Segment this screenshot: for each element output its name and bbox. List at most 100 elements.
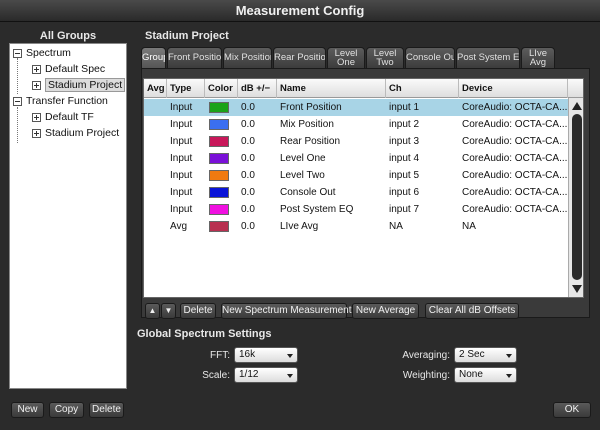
cell-avg[interactable] <box>144 133 167 150</box>
table-row[interactable]: Input 0.0 Post System EQ input 7 CoreAudio: … <box>144 201 568 218</box>
tree-node-spectrum[interactable]: Spectrum <box>13 45 71 61</box>
cell-color[interactable] <box>205 218 238 235</box>
move-down-button[interactable]: ▼ <box>161 303 176 319</box>
delete-measurement-button[interactable]: Delete <box>180 303 216 319</box>
cell-name[interactable]: LIve Avg <box>277 218 386 235</box>
expand-icon[interactable] <box>32 80 41 90</box>
cell-db-offset[interactable]: 0.0 <box>238 133 277 150</box>
tab-group[interactable]: Group <box>141 47 166 68</box>
cell-avg[interactable] <box>144 150 167 167</box>
tab-live-avg[interactable]: LIve Avg <box>521 47 555 68</box>
table-row[interactable]: Avg 0.0 LIve Avg NA NA <box>144 218 568 235</box>
cell-color[interactable] <box>205 133 238 150</box>
averaging-select[interactable]: 2 Sec <box>454 347 517 363</box>
cell-color[interactable] <box>205 184 238 201</box>
column-header-avg[interactable]: Avg <box>144 79 167 98</box>
cell-avg[interactable] <box>144 201 167 218</box>
tab-post-system-eq[interactable]: Post System EQ <box>456 47 520 68</box>
cell-db-offset[interactable]: 0.0 <box>238 201 277 218</box>
tree-node-default-tf[interactable]: Default TF <box>32 109 94 125</box>
tree-node-stadium-project-spectrum[interactable]: Stadium Project <box>32 77 126 93</box>
tab-level-one[interactable]: Level One <box>327 47 365 68</box>
tree-node-default-spec[interactable]: Default Spec <box>32 61 105 77</box>
table-row[interactable]: Input 0.0 Level Two input 5 CoreAudio: OCTA-… <box>144 167 568 184</box>
cell-avg[interactable] <box>144 184 167 201</box>
cell-db-offset[interactable]: 0.0 <box>238 116 277 133</box>
column-header-name[interactable]: Name <box>277 79 386 98</box>
expand-icon[interactable] <box>32 112 41 122</box>
tab-console-out[interactable]: Console Out <box>405 47 455 68</box>
cell-name[interactable]: Post System EQ <box>277 201 386 218</box>
cell-db-offset[interactable]: 0.0 <box>238 99 277 116</box>
tree-node-stadium-project-tf[interactable]: Stadium Project <box>32 125 119 141</box>
table-row[interactable]: Input 0.0 Front Position input 1 CoreAudio: … <box>144 99 568 116</box>
expand-icon[interactable] <box>32 128 41 138</box>
tab-rear-position[interactable]: Rear Position <box>273 47 326 68</box>
column-header-color[interactable]: Color <box>205 79 238 98</box>
move-up-button[interactable]: ▲ <box>145 303 160 319</box>
cell-name[interactable]: Console Out <box>277 184 386 201</box>
delete-group-button[interactable]: Delete <box>89 402 124 418</box>
tree-node-transfer-function[interactable]: Transfer Function <box>13 93 108 109</box>
cell-db-offset[interactable]: 0.0 <box>238 218 277 235</box>
color-swatch[interactable] <box>209 102 229 113</box>
color-swatch[interactable] <box>209 187 229 198</box>
fft-select[interactable]: 16k <box>234 347 298 363</box>
copy-group-button[interactable]: Copy <box>49 402 84 418</box>
scroll-up-icon[interactable] <box>572 102 582 110</box>
color-swatch[interactable] <box>209 153 229 164</box>
cell-db-offset[interactable]: 0.0 <box>238 150 277 167</box>
table-row[interactable]: Input 0.0 Mix Position input 2 CoreAudio: OC… <box>144 116 568 133</box>
cell-type: Input <box>170 153 193 164</box>
weighting-label: Weighting: <box>402 370 450 381</box>
color-swatch[interactable] <box>209 119 229 130</box>
measurement-table[interactable]: Avg Type Color dB +/− Name Ch Device Inp… <box>143 78 584 298</box>
cell-avg[interactable] <box>144 116 167 133</box>
tree-connector <box>17 58 18 94</box>
cell-avg[interactable] <box>144 99 167 116</box>
new-average-button[interactable]: New Average <box>352 303 419 319</box>
column-header-type[interactable]: Type <box>167 79 205 98</box>
cell-avg[interactable] <box>144 218 167 235</box>
cell-db-offset[interactable]: 0.0 <box>238 184 277 201</box>
table-row[interactable]: Input 0.0 Rear Position input 3 CoreAudio: O… <box>144 133 568 150</box>
column-header-device[interactable]: Device <box>459 79 568 98</box>
cell-name[interactable]: Level Two <box>277 167 386 184</box>
cell-color[interactable] <box>205 150 238 167</box>
table-row[interactable]: Input 0.0 Level One input 4 CoreAudio: OCTA-… <box>144 150 568 167</box>
color-swatch[interactable] <box>209 204 229 215</box>
tab-label: Mix Position <box>224 52 272 63</box>
color-swatch[interactable] <box>209 170 229 181</box>
cell-name[interactable]: Front Position <box>277 99 386 116</box>
clear-all-db-offsets-button[interactable]: Clear All dB Offsets <box>425 303 519 319</box>
scale-select[interactable]: 1/12 <box>234 367 298 383</box>
new-group-button[interactable]: New <box>11 402 44 418</box>
table-row[interactable]: Input 0.0 Console Out input 6 CoreAudio: OCT… <box>144 184 568 201</box>
color-swatch[interactable] <box>209 221 229 232</box>
ok-button[interactable]: OK <box>553 402 591 418</box>
cell-color[interactable] <box>205 99 238 116</box>
scroll-down-icon[interactable] <box>572 285 582 293</box>
table-scrollbar[interactable] <box>568 98 583 297</box>
cell-avg[interactable] <box>144 167 167 184</box>
tab-mix-position[interactable]: Mix Position <box>223 47 272 68</box>
cell-color[interactable] <box>205 201 238 218</box>
cell-name[interactable]: Level One <box>277 150 386 167</box>
groups-tree[interactable]: Spectrum Default Spec Stadium Project Tr… <box>9 43 127 389</box>
collapse-icon[interactable] <box>13 48 22 58</box>
column-header-db[interactable]: dB +/− <box>238 79 277 98</box>
collapse-icon[interactable] <box>13 96 22 106</box>
tab-front-position[interactable]: Front Position <box>167 47 222 68</box>
cell-name[interactable]: Mix Position <box>277 116 386 133</box>
expand-icon[interactable] <box>32 64 41 74</box>
cell-color[interactable] <box>205 167 238 184</box>
cell-color[interactable] <box>205 116 238 133</box>
color-swatch[interactable] <box>209 136 229 147</box>
tab-level-two[interactable]: Level Two <box>366 47 404 68</box>
scroll-thumb[interactable] <box>572 114 582 280</box>
cell-db-offset[interactable]: 0.0 <box>238 167 277 184</box>
weighting-select[interactable]: None <box>454 367 517 383</box>
column-header-ch[interactable]: Ch <box>386 79 459 98</box>
cell-name[interactable]: Rear Position <box>277 133 386 150</box>
new-spectrum-measurement-button[interactable]: New Spectrum Measurement <box>221 303 352 319</box>
